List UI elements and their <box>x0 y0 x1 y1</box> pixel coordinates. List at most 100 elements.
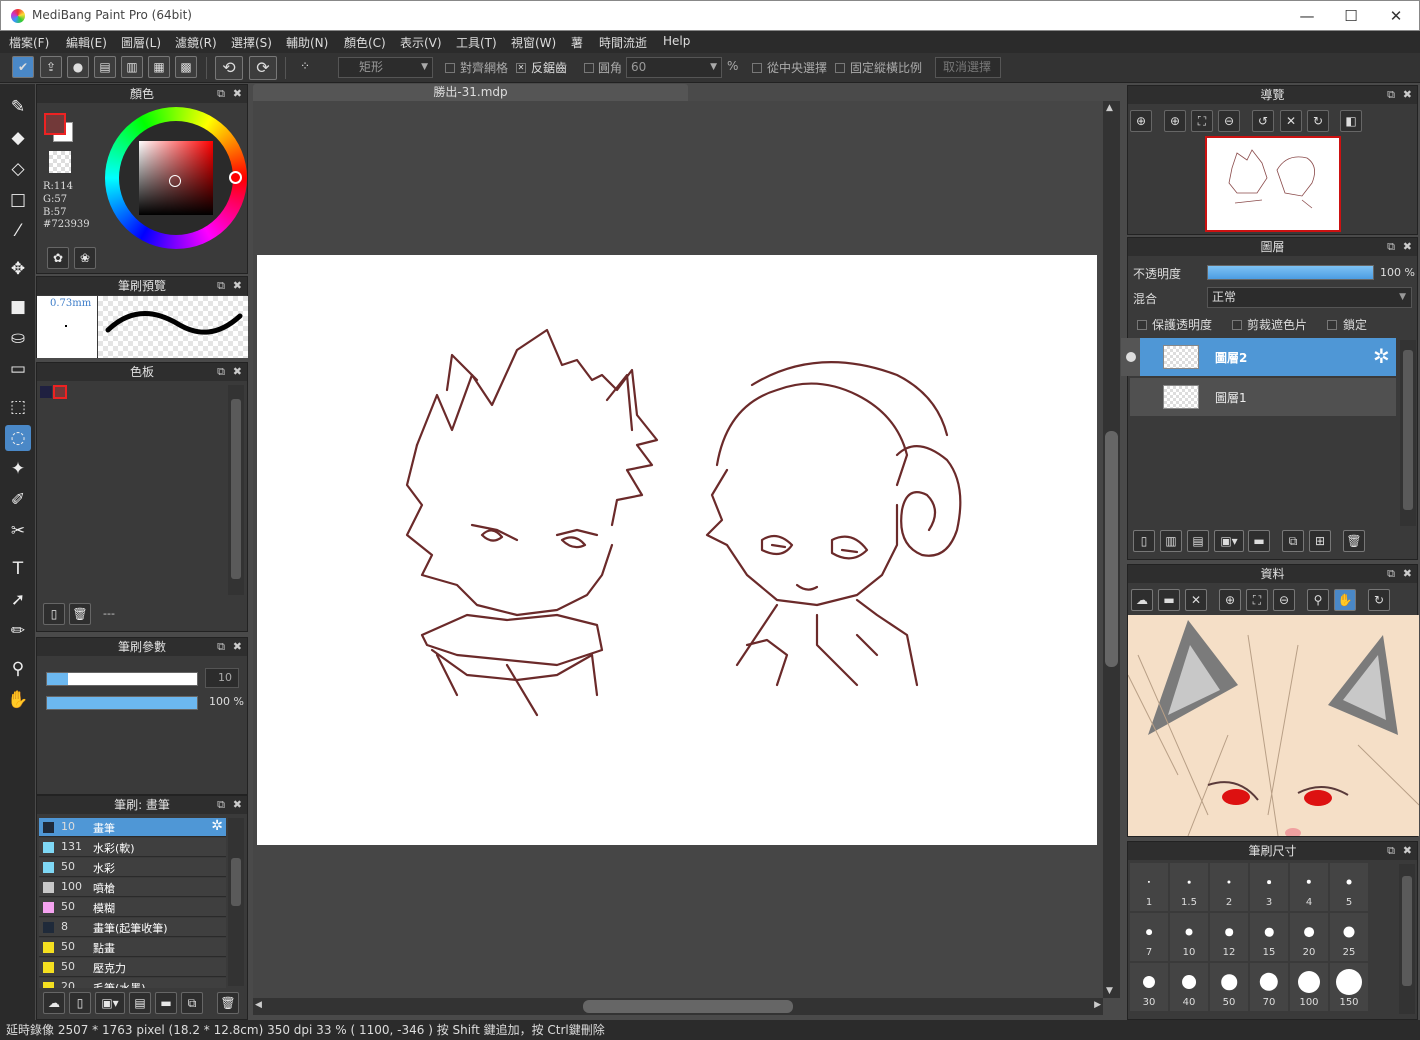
brush-size-option[interactable]: 7 <box>1130 913 1168 961</box>
color-history-icon[interactable]: ❀ <box>74 247 96 269</box>
brush-size-option[interactable]: 20 <box>1290 913 1328 961</box>
page-icon[interactable]: ▥ <box>121 56 143 78</box>
bucket-tool-icon[interactable]: ⛀ <box>5 325 31 351</box>
brush-settings-icon[interactable]: ▤ <box>129 992 151 1014</box>
layer-name[interactable]: 圖層2 <box>1215 349 1247 366</box>
select-marching-icon[interactable]: ⁘ <box>294 56 316 78</box>
fit-window-icon[interactable]: ⛶ <box>1191 110 1213 132</box>
from-center-checkbox[interactable] <box>752 63 762 73</box>
delete-layer-icon[interactable]: 🗑 <box>1343 530 1365 552</box>
redo-icon[interactable]: ⟳ <box>249 56 277 80</box>
brush-size-option[interactable]: 150 <box>1330 963 1368 1011</box>
brush-list-item[interactable]: 8 畫筆(起筆收筆) <box>39 918 226 937</box>
hue-picker-cursor[interactable] <box>229 171 242 184</box>
material-zoom-out-icon[interactable]: ⊖ <box>1273 589 1295 611</box>
shape-tool-icon[interactable]: □ <box>5 187 31 213</box>
brush-opacity-slider[interactable] <box>46 696 198 710</box>
divide-tool-icon[interactable]: ✏ <box>5 618 31 644</box>
brush-size-option[interactable]: 1 <box>1130 863 1168 911</box>
menu-edit[interactable]: 編輯(E) <box>66 34 107 51</box>
rotate-left-icon[interactable]: ↺ <box>1252 110 1274 132</box>
protect-alpha-checkbox[interactable] <box>1137 320 1147 330</box>
operation-tool-icon[interactable]: ➚ <box>5 587 31 613</box>
layer-opacity-slider[interactable] <box>1207 265 1374 280</box>
canvas-vertical-scrollbar[interactable]: ▲ ▼ <box>1103 101 1120 998</box>
brush-list-item[interactable]: 50 點畫 <box>39 938 226 957</box>
zoom-out-icon[interactable]: ⊖ <box>1218 110 1240 132</box>
drawing-canvas[interactable] <box>257 255 1097 845</box>
brush-folder-icon[interactable]: ▬ <box>155 992 177 1014</box>
brush-size-option[interactable]: 30 <box>1130 963 1168 1011</box>
menu-timelapse[interactable]: 時間流逝 <box>599 34 647 51</box>
brush-size-option[interactable]: 50 <box>1210 963 1248 1011</box>
brush-size-slider[interactable] <box>46 672 198 686</box>
zoom-in-icon[interactable]: ⊕ <box>1130 110 1152 132</box>
zoom-fit-icon[interactable]: ⊕ <box>1164 110 1186 132</box>
panel-layout-icon[interactable]: ▦ <box>148 56 170 78</box>
rect-select-icon[interactable]: ⬚ <box>5 394 31 420</box>
brush-size-option[interactable]: 70 <box>1250 963 1288 1011</box>
merge-layer-icon[interactable]: ⊞ <box>1309 530 1331 552</box>
material-hand-icon[interactable]: ✋ <box>1334 589 1356 611</box>
delete-palette-icon[interactable]: 🗑 <box>69 603 91 625</box>
new-1bit-layer-icon[interactable]: ▤ <box>1187 530 1209 552</box>
brush-size-value[interactable]: 10 <box>205 668 239 688</box>
menu-layer[interactable]: 圖層(L) <box>121 34 161 51</box>
brush-list-item[interactable]: 50 模糊 <box>39 898 226 917</box>
blend-mode-dropdown[interactable]: 正常 ▼ <box>1207 287 1412 308</box>
layer-row-2[interactable]: 圖層2 ✲ <box>1121 338 1396 376</box>
new-layer-icon[interactable]: ▯ <box>1133 530 1155 552</box>
close-material-icon[interactable]: ✕ <box>1185 589 1207 611</box>
new-brush-icon[interactable]: ▯ <box>69 992 91 1014</box>
brush-size-option[interactable]: 100 <box>1290 963 1328 1011</box>
brush-size-scrollbar[interactable] <box>1399 864 1415 1014</box>
hand-tool-icon[interactable]: ✋ <box>5 687 31 713</box>
cloud-check-icon[interactable]: ✔ <box>12 56 34 78</box>
menu-tools[interactable]: 工具(T) <box>456 34 497 51</box>
brush-list-item[interactable]: 10 畫筆 ✲ <box>39 818 226 837</box>
add-brush-menu-icon[interactable]: ▣▾ <box>95 992 125 1014</box>
layer-settings-gear-icon[interactable]: ✲ <box>1373 344 1390 368</box>
eraser-tool-icon[interactable]: ◆ <box>5 125 31 151</box>
menu-select[interactable]: 選擇(S) <box>231 34 272 51</box>
delete-brush-icon[interactable]: 🗑 <box>217 992 239 1014</box>
clipping-checkbox[interactable] <box>1232 320 1242 330</box>
brush-size-option[interactable]: 15 <box>1250 913 1288 961</box>
menu-extra[interactable]: 薯 <box>571 34 583 51</box>
brush-size-option[interactable]: 10 <box>1170 913 1208 961</box>
material-eyedropper-icon[interactable]: ⚲ <box>1307 589 1329 611</box>
menu-file[interactable]: 檔案(F) <box>9 34 49 51</box>
duplicate-brush-icon[interactable]: ⧉ <box>181 992 203 1014</box>
menu-color[interactable]: 顏色(C) <box>344 34 386 51</box>
text-tool-icon[interactable]: T <box>5 556 31 582</box>
menu-help[interactable]: Help <box>663 34 690 48</box>
canvas-horizontal-scrollbar[interactable]: ◀ ▶ <box>253 998 1103 1015</box>
gradient-tool-icon[interactable]: ▭ <box>5 356 31 382</box>
new-palette-icon[interactable]: ▯ <box>43 603 65 625</box>
antialias-checkbox[interactable]: ✕ <box>516 63 526 73</box>
reset-view-icon[interactable]: ✕ <box>1280 110 1302 132</box>
menu-assist[interactable]: 輔助(N) <box>286 34 328 51</box>
foreground-color-swatch[interactable] <box>44 113 66 135</box>
brush-size-option[interactable]: 1.5 <box>1170 863 1208 911</box>
menu-filter[interactable]: 濾鏡(R) <box>175 34 217 51</box>
layer-row-1[interactable]: 圖層1 <box>1130 378 1396 416</box>
fill-tool-icon[interactable]: ■ <box>5 294 31 320</box>
brush-list-item[interactable]: 100 噴槍 <box>39 878 226 897</box>
cancel-select-button[interactable]: 取消選擇 <box>935 57 1001 78</box>
brush-list-item[interactable]: 131 水彩(軟) <box>39 838 226 857</box>
lasso-select-icon[interactable]: ◌ <box>5 425 31 451</box>
flip-horizontal-icon[interactable]: ◧ <box>1340 110 1362 132</box>
minimize-button[interactable]: — <box>1287 5 1327 27</box>
select-pen-icon[interactable]: ✐ <box>5 487 31 513</box>
grid-layout-icon[interactable]: ▩ <box>175 56 197 78</box>
brush-size-option[interactable]: 2 <box>1210 863 1248 911</box>
palette-icon[interactable]: ✿ <box>47 247 69 269</box>
brush-size-option[interactable]: 4 <box>1290 863 1328 911</box>
brush-size-option[interactable]: 25 <box>1330 913 1368 961</box>
fixed-ratio-checkbox[interactable] <box>835 63 845 73</box>
select-erase-icon[interactable]: ✂ <box>5 518 31 544</box>
material-rotate-icon[interactable]: ↻ <box>1368 589 1390 611</box>
cloud-download-icon[interactable]: ☁ <box>1131 589 1153 611</box>
blend-tool-icon[interactable]: ⁄ <box>5 218 31 244</box>
